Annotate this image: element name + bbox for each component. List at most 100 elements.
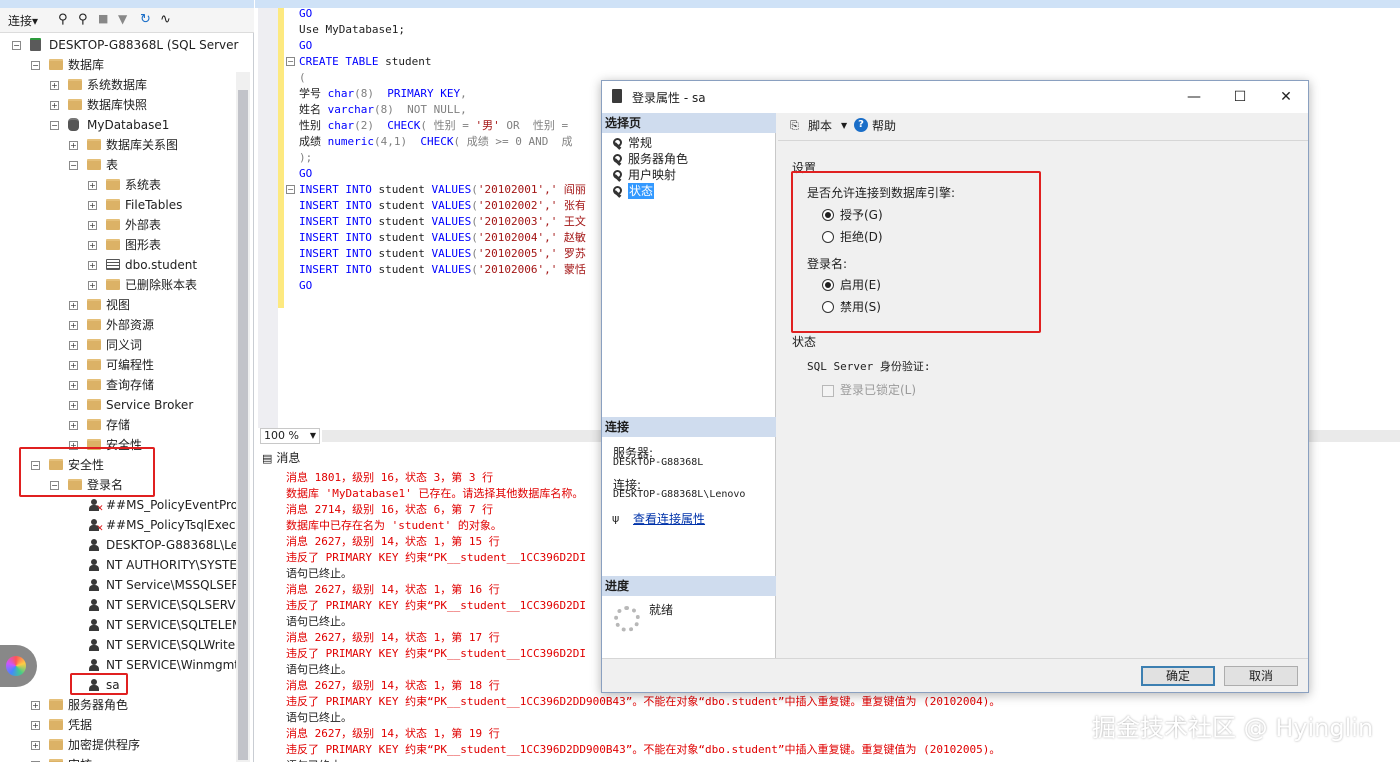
tree-item[interactable]: ✕ ##MS_PolicyEventProc (0, 495, 245, 515)
collapse-icon[interactable]: − (286, 57, 295, 66)
help-icon[interactable]: ? (854, 118, 868, 132)
locked-out-checkbox[interactable] (822, 385, 834, 397)
tree-item[interactable]: + 图形表 (0, 235, 236, 255)
expand-icon[interactable]: + (88, 181, 97, 190)
expand-icon[interactable]: + (88, 261, 97, 270)
expand-icon[interactable]: + (88, 241, 97, 250)
help-button[interactable]: 帮助 (872, 117, 896, 135)
tree-item[interactable]: − MyDatabase1 (0, 115, 236, 135)
tree-item[interactable]: + 可编程性 (0, 355, 236, 375)
code-token: CREATE TABLE (299, 55, 386, 68)
tree-item[interactable]: + 查询存储 (0, 375, 236, 395)
message-line: 消息 2627，级别 14，状态 1，第 17 行 (286, 631, 500, 644)
script-button[interactable]: 脚本 (808, 117, 832, 135)
maximize-button[interactable]: ☐ (1230, 87, 1250, 107)
wrench-icon (612, 153, 624, 165)
tree-item[interactable]: NT SERVICE\SQLWrite (0, 635, 236, 655)
tree-item-label: 系统数据库 (87, 78, 148, 92)
collapse-icon[interactable]: − (286, 185, 295, 194)
tree-item[interactable]: NT SERVICE\SQLSERVI (0, 595, 239, 615)
editor-gutter (258, 8, 278, 428)
zoom-select[interactable]: 100 % ▼ (260, 428, 320, 444)
code-token: '男' (475, 119, 500, 132)
tree-item[interactable]: + 已删除账本表 (0, 275, 236, 295)
tree-item[interactable]: DESKTOP-G88368L\Le (0, 535, 238, 555)
expand-icon[interactable]: + (69, 381, 78, 390)
login-properties-dialog: 登录属性 - sa — ☐ ✕ 选择页 常规 服务器角色 用户映射 状态 连接 服务器… (601, 80, 1309, 693)
message-line: 违反了 PRIMARY KEY 约束“PK__student__1CC396D2… (286, 743, 1001, 756)
expand-icon[interactable]: + (88, 201, 97, 210)
tree-item[interactable]: +审核 (0, 755, 236, 762)
script-icon[interactable]: ⎘ (790, 117, 799, 135)
code-line: GO (299, 278, 312, 294)
close-button[interactable]: ✕ (1276, 87, 1296, 107)
tree-item[interactable]: + 外部资源 (0, 315, 236, 335)
stop-icon[interactable]: ■ (98, 12, 108, 29)
chevron-down-icon[interactable]: ▼ (841, 117, 847, 135)
code-line: INSERT INTO student VALUES('20102001',' … (299, 182, 586, 198)
tree-item[interactable]: − 数据库 (0, 55, 236, 75)
minimize-button[interactable]: — (1184, 87, 1204, 107)
connection-header: 连接 (602, 417, 776, 437)
expand-icon[interactable]: + (88, 281, 97, 290)
expand-icon[interactable]: + (69, 401, 78, 410)
tree-item[interactable]: NT Service\MSSQLSER (0, 575, 240, 595)
tree-item[interactable]: + 凭据 (0, 715, 236, 735)
tab-messages[interactable]: ▤ 消息 (262, 448, 322, 468)
tree-item[interactable]: + 存储 (0, 415, 236, 435)
object-explorer-scroll-thumb[interactable] (238, 90, 248, 760)
ok-button[interactable]: 确定 (1141, 666, 1215, 686)
refresh-icon[interactable]: ↻ (140, 12, 151, 29)
tree-item[interactable]: + 系统表 (0, 175, 236, 195)
expand-icon[interactable]: + (31, 741, 40, 750)
tree-item[interactable]: + 同义词 (0, 335, 236, 355)
tree-item[interactable]: + 外部表 (0, 215, 236, 235)
expand-icon[interactable]: + (69, 341, 78, 350)
expand-icon[interactable]: + (69, 361, 78, 370)
tree-item[interactable]: + 系统数据库 (0, 75, 236, 95)
expand-icon[interactable]: + (88, 221, 97, 230)
tree-item[interactable]: − DESKTOP-G88368L (SQL Server (0, 35, 238, 55)
code-token: numeric (327, 135, 374, 148)
expand-icon[interactable]: + (69, 141, 78, 150)
expand-icon[interactable]: + (69, 321, 78, 330)
activity-monitor-icon[interactable]: ∿ (160, 12, 171, 29)
tree-item-label: 图形表 (125, 238, 162, 252)
code-token: NOT NULL (407, 103, 461, 116)
expand-icon[interactable]: + (69, 421, 78, 430)
folder-icon (106, 239, 120, 250)
code-token: '20102004',' 赵敏 (477, 231, 586, 244)
login-user-icon: ✕ (89, 519, 104, 534)
expand-icon[interactable]: + (31, 701, 40, 710)
expand-icon[interactable]: + (50, 101, 59, 110)
tree-item[interactable]: NT SERVICE\SQLTELEM (0, 615, 242, 635)
collapse-icon[interactable]: − (69, 161, 78, 170)
folder-icon (106, 219, 120, 230)
tree-item[interactable]: + 视图 (0, 295, 236, 315)
tree-item[interactable]: + FileTables (0, 195, 236, 215)
tree-item[interactable]: + 服务器角色 (0, 695, 236, 715)
tree-item[interactable]: − 表 (0, 155, 236, 175)
collapse-icon[interactable]: − (12, 41, 21, 50)
tree-item[interactable]: + 数据库快照 (0, 95, 236, 115)
connect-plug-icon[interactable]: ⚲ (58, 12, 68, 29)
collapse-icon[interactable]: − (50, 121, 59, 130)
expand-icon[interactable]: + (69, 301, 78, 310)
tree-item[interactable]: + Service Broker (0, 395, 236, 415)
filter-icon[interactable]: ▼ (118, 12, 127, 29)
collapse-icon[interactable]: − (31, 61, 40, 70)
tree-item[interactable]: ✕ ##MS_PolicyTsqlExecu (0, 515, 243, 535)
page-item-label: 常规 (628, 136, 653, 150)
tree-item[interactable]: NT AUTHORITY\SYSTE (0, 555, 237, 575)
connect-button[interactable]: 连接▾ (8, 12, 38, 29)
dialog-titlebar[interactable]: 登录属性 - sa — ☐ ✕ (602, 81, 1308, 113)
folder-icon (49, 719, 63, 730)
expand-icon[interactable]: + (31, 721, 40, 730)
disconnect-icon[interactable]: ⚲ (78, 12, 88, 29)
cancel-button[interactable]: 取消 (1224, 666, 1298, 686)
tree-item-label: NT SERVICE\Winmgmt (106, 658, 239, 672)
expand-icon[interactable]: + (50, 81, 59, 90)
tree-item[interactable]: + dbo.student (0, 255, 236, 275)
tree-item[interactable]: + 加密提供程序 (0, 735, 236, 755)
tree-item[interactable]: + 数据库关系图 (0, 135, 236, 155)
